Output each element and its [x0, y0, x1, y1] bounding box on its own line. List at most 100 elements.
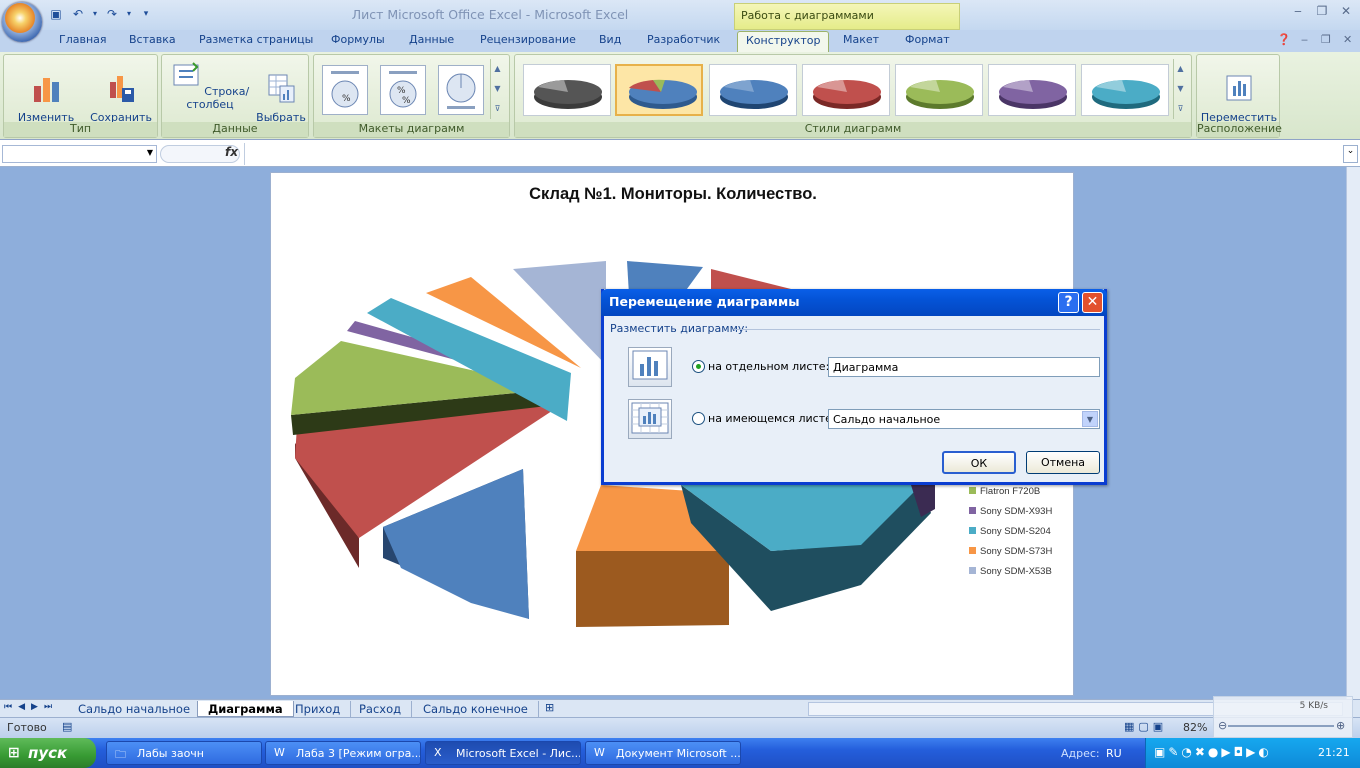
name-box[interactable]: ▼: [2, 145, 157, 163]
taskbar-button-label: Лаба 3 [Режим огра...: [296, 747, 421, 760]
language-indicator[interactable]: RU: [1106, 747, 1122, 760]
sheet-tab[interactable]: Расход: [349, 701, 413, 717]
tab-page-layout[interactable]: Разметка страницы: [199, 33, 313, 46]
dialog-close-button[interactable]: ✕: [1082, 292, 1103, 313]
new-sheet-label[interactable]: на отдельном листе:: [708, 360, 829, 373]
undo-dropdown-icon[interactable]: ▾: [92, 6, 98, 22]
ribbon-close-icon[interactable]: ✕: [1343, 33, 1352, 46]
chart-layout-2[interactable]: %%: [380, 65, 426, 115]
taskbar-button-active[interactable]: X Microsoft Excel - Лис...: [425, 741, 581, 765]
tray-icons[interactable]: ▣✎◔✖●▶◘▶◐: [1154, 745, 1272, 759]
zoom-level[interactable]: 82%: [1183, 721, 1207, 734]
sheet-tab[interactable]: Сальдо начальное: [68, 701, 202, 717]
chart-style-2[interactable]: [615, 64, 703, 116]
tab-review[interactable]: Рецензирование: [480, 33, 576, 46]
chart-style-3[interactable]: [709, 64, 797, 116]
dialog-divider: [734, 329, 1100, 330]
start-button[interactable]: ⊞ пуск: [0, 738, 96, 768]
insert-sheet-icon[interactable]: ⊞: [545, 701, 554, 714]
zoom-out-icon[interactable]: ⊖: [1218, 719, 1227, 732]
group-location-label: Расположение: [1197, 122, 1282, 137]
ribbon-restore-icon[interactable]: ❐: [1321, 33, 1331, 46]
legend-item[interactable]: Sony SDM-X53B: [969, 566, 1052, 577]
sheet-nav-arrows-icon[interactable]: ⏮◀▶⏭: [4, 702, 58, 712]
existing-sheet-label[interactable]: на имеющемся листе:: [708, 412, 836, 425]
tab-view[interactable]: Вид: [599, 33, 621, 46]
taskbar-button-label: Microsoft Excel - Лис...: [456, 747, 581, 760]
chevron-down-icon[interactable]: ▼: [1082, 411, 1098, 427]
existing-sheet-select[interactable]: Сальдо начальное ▼: [828, 409, 1100, 429]
tab-insert[interactable]: Вставка: [129, 33, 176, 46]
view-buttons-icon[interactable]: ▦▢▣: [1124, 720, 1167, 733]
chart-style-5[interactable]: [895, 64, 983, 116]
taskbar-button[interactable]: 🗀 Лабы заочн: [106, 741, 262, 765]
legend-item[interactable]: Sony SDM-X93H: [969, 506, 1052, 517]
redo-icon[interactable]: ↷: [104, 6, 120, 22]
sheet-tab-active[interactable]: Диаграмма: [197, 701, 294, 717]
cancel-button[interactable]: Отмена: [1026, 451, 1100, 474]
pie-style-icon: [534, 80, 602, 109]
macro-record-icon[interactable]: ▤: [62, 720, 72, 733]
tab-layout[interactable]: Макет: [843, 33, 879, 46]
chart-style-6[interactable]: [988, 64, 1076, 116]
chart-style-7[interactable]: [1081, 64, 1169, 116]
ribbon-minimize-icon[interactable]: ‒: [1301, 33, 1308, 46]
taskbar-button[interactable]: W Документ Microsoft ...: [585, 741, 741, 765]
sheet-tabs-bar: ⏮◀▶⏭ Сальдо начальное Диаграмма Приход Р…: [0, 699, 1360, 717]
legend-item[interactable]: Flatron F720B: [969, 486, 1040, 497]
vertical-scrollbar[interactable]: [1346, 167, 1360, 699]
formula-bar: ▼ fx ⌄: [0, 141, 1360, 167]
formula-input[interactable]: [244, 143, 1344, 165]
minimize-button[interactable]: ‒: [1287, 4, 1309, 22]
tab-design[interactable]: Конструктор: [737, 31, 830, 53]
zoom-slider[interactable]: [1228, 725, 1334, 727]
tab-format[interactable]: Формат: [905, 33, 950, 46]
new-sheet-name-input[interactable]: Диаграмма: [828, 357, 1100, 377]
chart-layout-1[interactable]: %: [322, 65, 368, 115]
chart-style-1[interactable]: [523, 64, 611, 116]
legend-item[interactable]: Sony SDM-S73H: [969, 546, 1052, 557]
switch-row-column-button[interactable]: Строка/столбец: [166, 59, 254, 111]
context-tab-group-label: Работа с диаграммами: [734, 3, 960, 30]
insert-function-button[interactable]: fx: [225, 145, 238, 159]
chart-layout-3[interactable]: [438, 65, 484, 115]
pie-layout-icon: %%: [389, 71, 417, 108]
undo-icon[interactable]: ↶: [70, 6, 86, 22]
windows-logo-icon: ⊞: [8, 745, 20, 761]
sheet-tab[interactable]: Приход: [285, 701, 352, 717]
zoom-in-icon[interactable]: ⊕: [1336, 719, 1345, 732]
dialog-title-bar: Перемещение диаграммы ? ✕: [601, 289, 1107, 316]
legend-item[interactable]: Sony SDM-S204: [969, 526, 1051, 537]
help-icon[interactable]: ❓: [1277, 33, 1291, 46]
legend-label: Sony SDM-X93H: [980, 506, 1053, 517]
sheet-tab[interactable]: Сальдо конечное: [413, 701, 539, 717]
tab-formulas[interactable]: Формулы: [331, 33, 385, 46]
tab-home[interactable]: Главная: [59, 33, 107, 46]
ok-button[interactable]: ОК: [942, 451, 1016, 474]
close-button[interactable]: ✕: [1335, 4, 1357, 22]
tab-developer[interactable]: Разработчик: [647, 33, 720, 46]
name-box-dropdown-icon[interactable]: ▼: [147, 148, 153, 157]
ribbon: Изменить тип диаграммы Сохранить как шаб…: [0, 52, 1360, 150]
taskbar-button-label: Документ Microsoft ...: [616, 747, 741, 760]
quick-access-toolbar: ▣ ↶ ▾ ↷ ▾ ▾: [48, 5, 154, 23]
redo-dropdown-icon[interactable]: ▾: [126, 6, 132, 22]
radio-new-sheet[interactable]: [692, 360, 705, 373]
office-button[interactable]: [2, 2, 42, 42]
pie-style-icon: [629, 79, 697, 109]
legend-swatch: [969, 507, 976, 514]
layouts-scroll[interactable]: ▲ ▼ ⊽: [490, 59, 504, 119]
radio-existing-sheet[interactable]: [692, 412, 705, 425]
pie-slice-top-lavender: [513, 261, 606, 365]
tab-data[interactable]: Данные: [409, 33, 454, 46]
taskbar-button[interactable]: W Лаба 3 [Режим огра...: [265, 741, 421, 765]
existing-sheet-value: Сальдо начальное: [833, 413, 941, 426]
expand-formula-icon[interactable]: ⌄: [1343, 145, 1358, 163]
customize-qat-icon[interactable]: ▾: [138, 6, 154, 22]
chart-style-4[interactable]: [802, 64, 890, 116]
dialog-help-button[interactable]: ?: [1058, 292, 1079, 313]
restore-button[interactable]: ❐: [1311, 4, 1333, 22]
styles-scroll[interactable]: ▲ ▼ ⊽: [1173, 59, 1187, 119]
folder-icon: 🗀: [115, 748, 126, 761]
save-icon[interactable]: ▣: [48, 6, 64, 22]
